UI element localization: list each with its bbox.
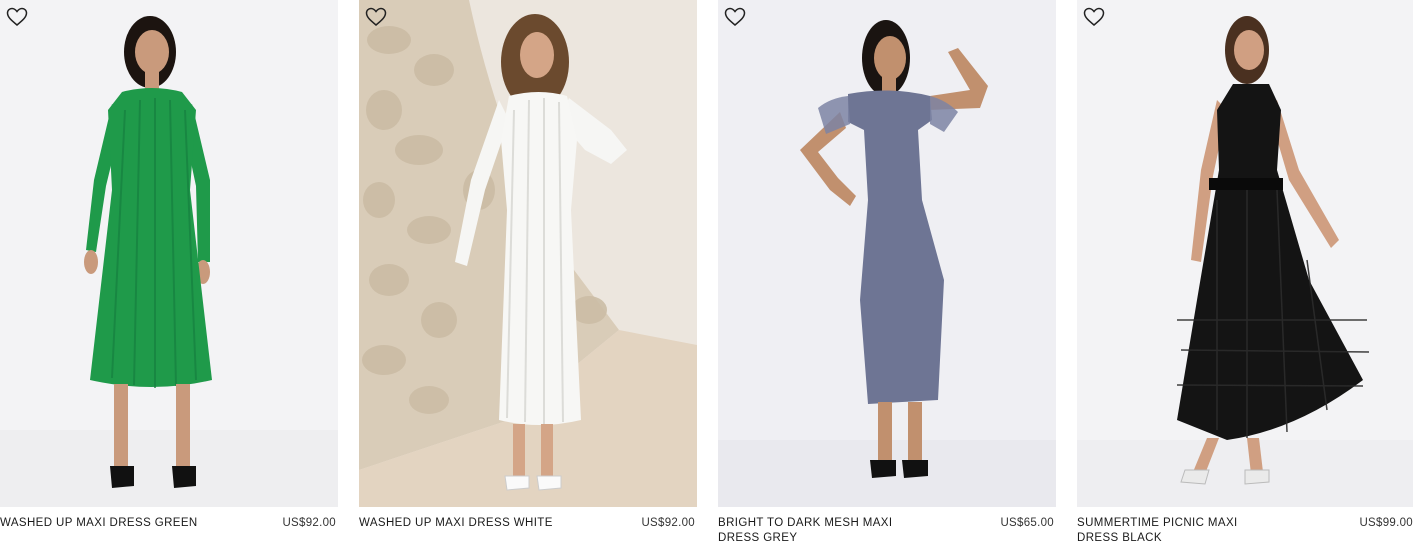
heart-outline-icon[interactable] [6,7,28,27]
product-image[interactable] [359,0,697,507]
product-card[interactable]: BRIGHT TO DARK MESH MAXI DRESS GREY US$6… [718,0,1056,552]
product-name[interactable]: SUMMERTIME PICNIC MAXI DRESS BLACK [1077,516,1282,546]
product-image[interactable] [0,0,338,507]
heart-outline-icon[interactable] [724,7,746,27]
product-info: BRIGHT TO DARK MESH MAXI DRESS GREY US$6… [718,516,1056,552]
product-price: US$99.00 [1359,517,1413,529]
product-image[interactable] [718,0,1056,507]
product-card[interactable]: WASHED UP MAXI DRESS WHITE US$92.00 [359,0,697,552]
product-grid: WASHED UP MAXI DRESS GREEN US$92.00 WASH… [0,0,1413,552]
product-info: WASHED UP MAXI DRESS GREEN US$92.00 [0,516,338,552]
product-price: US$65.00 [1000,517,1054,529]
product-price: US$92.00 [282,517,336,529]
product-name[interactable]: WASHED UP MAXI DRESS GREEN [0,516,205,531]
heart-outline-icon[interactable] [1083,7,1105,27]
product-image[interactable] [1077,0,1413,507]
product-name[interactable]: WASHED UP MAXI DRESS WHITE [359,516,564,531]
product-price: US$92.00 [641,517,695,529]
product-info: WASHED UP MAXI DRESS WHITE US$92.00 [359,516,697,552]
product-info: SUMMERTIME PICNIC MAXI DRESS BLACK US$99… [1077,516,1413,552]
product-card[interactable]: SUMMERTIME PICNIC MAXI DRESS BLACK US$99… [1077,0,1413,552]
heart-outline-icon[interactable] [365,7,387,27]
product-name[interactable]: BRIGHT TO DARK MESH MAXI DRESS GREY [718,516,923,546]
product-card[interactable]: WASHED UP MAXI DRESS GREEN US$92.00 [0,0,338,552]
